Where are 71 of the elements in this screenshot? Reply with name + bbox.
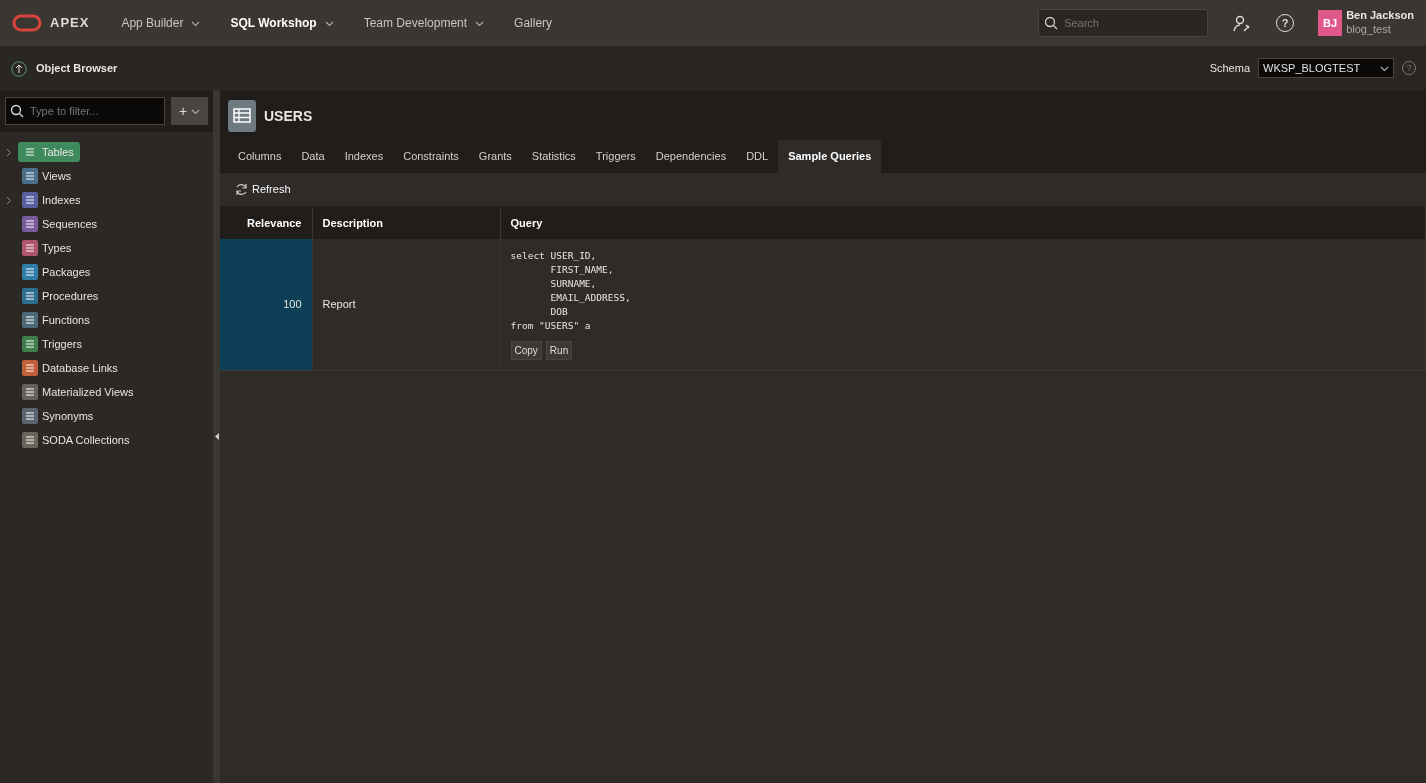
object-type-icon xyxy=(22,360,38,376)
workspace-name: blog_test xyxy=(1346,23,1392,37)
avatar[interactable]: BJ xyxy=(1318,10,1343,36)
tree-item[interactable]: Triggers xyxy=(18,333,88,355)
schema-label: Schema xyxy=(1209,60,1250,76)
caret-icon xyxy=(191,107,201,115)
object-type-icon xyxy=(22,312,38,328)
object-type-icon xyxy=(22,408,38,424)
tree-item[interactable]: Types xyxy=(18,237,78,259)
object-type-icon xyxy=(22,384,38,400)
search-icon xyxy=(1044,16,1059,30)
search-box[interactable]: Search xyxy=(1038,9,1209,37)
nav-menu[interactable]: SQL Workshop xyxy=(222,10,342,36)
tab[interactable]: Indexes xyxy=(334,140,394,173)
action-button[interactable]: Copy xyxy=(510,341,542,360)
tree-item[interactable]: Packages xyxy=(18,261,97,283)
tree-item[interactable]: Materialized Views xyxy=(18,381,140,403)
tab[interactable]: Triggers xyxy=(585,140,646,173)
logo-text: APEX xyxy=(50,14,90,33)
nav-menu[interactable]: Team Development xyxy=(355,10,493,36)
tree-item[interactable]: Synonyms xyxy=(18,405,100,427)
tab[interactable]: Sample Queries xyxy=(778,140,882,173)
caret-icon xyxy=(1380,64,1389,72)
refresh-icon xyxy=(235,182,248,196)
tree-item[interactable]: Database Links xyxy=(18,357,124,379)
tree-item[interactable]: Procedures xyxy=(18,285,105,307)
search-field[interactable]: Search xyxy=(1062,13,1193,33)
object-title: USERS xyxy=(264,106,313,126)
tab[interactable]: Columns xyxy=(228,140,292,173)
logo-icon xyxy=(12,13,42,33)
page-title: Object Browser xyxy=(36,60,118,76)
refresh-button[interactable]: Refresh xyxy=(234,179,292,199)
object-type-icon xyxy=(22,240,38,256)
tab[interactable]: Dependencies xyxy=(645,140,737,173)
tab[interactable]: Constraints xyxy=(393,140,469,173)
add-button[interactable]: + xyxy=(171,97,208,125)
tab[interactable]: Grants xyxy=(468,140,522,173)
action-button[interactable]: Run xyxy=(545,341,573,360)
object-type-icon xyxy=(22,432,38,448)
user-name: Ben Jackson xyxy=(1346,9,1414,23)
tree-item[interactable]: Tables xyxy=(18,141,80,163)
table-icon xyxy=(228,100,256,132)
query-code: select USER_ID, FIRST_NAME, SURNAME, EMAIL_ADDRESS, DOB from "USERS" a xyxy=(510,249,632,333)
table-cell: Report xyxy=(312,239,500,371)
tree-item[interactable]: Views xyxy=(18,165,78,187)
tree-item[interactable]: Sequences xyxy=(18,213,104,235)
column-header: Description xyxy=(312,206,500,239)
object-type-icon xyxy=(22,216,38,232)
relevance-cell: 100 xyxy=(220,239,312,371)
column-header: Relevance xyxy=(220,206,312,239)
expand-icon xyxy=(6,147,12,157)
nav-menu[interactable]: App Builder xyxy=(113,10,209,36)
search-icon xyxy=(10,104,24,118)
object-type-icon xyxy=(22,264,38,280)
tree-item[interactable]: Functions xyxy=(18,309,96,331)
filter-box[interactable]: Type to filter... xyxy=(5,97,165,125)
tree-item[interactable]: SODA Collections xyxy=(18,429,136,451)
tab[interactable]: DDL xyxy=(736,140,779,173)
schema-select[interactable]: WKSP_BLOGTEST xyxy=(1258,58,1394,78)
tree-item[interactable]: Indexes xyxy=(18,189,87,211)
tab[interactable]: Statistics xyxy=(521,140,586,173)
object-type-icon xyxy=(22,336,38,352)
expand-icon xyxy=(6,195,12,205)
object-type-icon xyxy=(22,168,38,184)
object-type-icon xyxy=(22,192,38,208)
filter-field[interactable]: Type to filter... xyxy=(28,101,148,121)
user-wrench-icon xyxy=(1233,14,1252,33)
tab[interactable]: Data xyxy=(291,140,335,173)
column-header: Query xyxy=(500,206,1426,239)
object-type-icon xyxy=(22,288,38,304)
nav-menu[interactable]: Gallery xyxy=(506,10,561,36)
